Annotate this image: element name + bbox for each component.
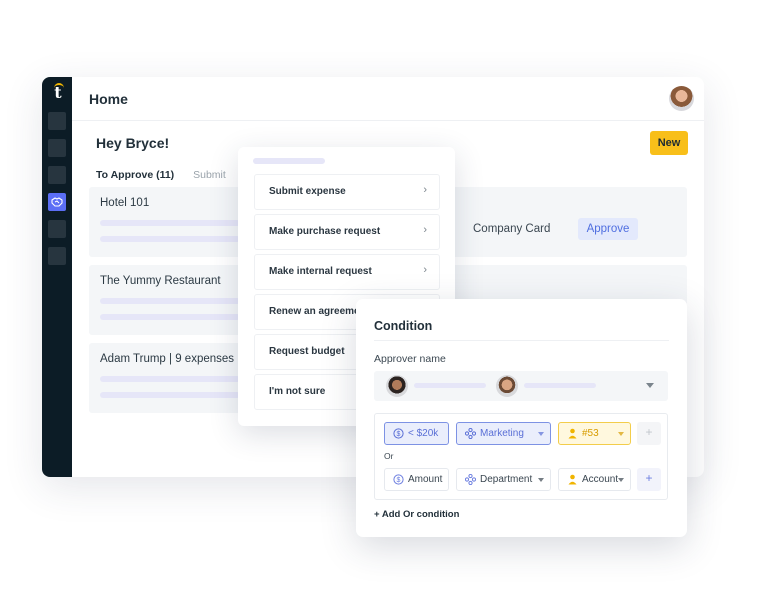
chip-label: Account [582, 474, 619, 485]
sidebar-item-2[interactable] [48, 139, 66, 157]
dollar-icon: $ [393, 474, 404, 485]
sidebar-item-5[interactable] [48, 220, 66, 238]
account-chip[interactable]: Account [558, 468, 631, 491]
menu-item-purchase-request[interactable]: Make purchase request › [254, 214, 440, 250]
avatar[interactable] [669, 86, 694, 111]
approver-select[interactable] [374, 371, 668, 401]
account-chip[interactable]: #53 [558, 422, 631, 445]
chip-label: Department [480, 474, 533, 485]
approve-button[interactable]: Approve [578, 218, 638, 240]
placeholder-line [100, 314, 240, 320]
chevron-down-icon [618, 478, 624, 482]
condition-title: Condition [374, 319, 433, 333]
approver-name-label: Approver name [374, 353, 446, 365]
handshake-icon [51, 197, 63, 207]
approver-name-placeholder [524, 383, 596, 388]
svg-text:$: $ [397, 431, 401, 438]
menu-item-label: Make purchase request [269, 226, 381, 237]
menu-item-submit-expense[interactable]: Submit expense › [254, 174, 440, 210]
or-label: Or [384, 451, 394, 461]
row-title: Adam Trump | 9 expenses [100, 353, 235, 365]
sidebar-item-6[interactable] [48, 247, 66, 265]
chevron-down-icon [618, 432, 624, 436]
chevron-right-icon: › [423, 224, 427, 236]
sidebar-item-1[interactable] [48, 112, 66, 130]
placeholder-line [100, 236, 240, 242]
add-or-condition-link[interactable]: + Add Or condition [374, 509, 459, 520]
chevron-down-icon [538, 478, 544, 482]
topbar: Home [72, 77, 704, 121]
row-title: The Yummy Restaurant [100, 275, 221, 287]
approver-avatar [386, 375, 408, 397]
row-title: Hotel 101 [100, 197, 150, 209]
menu-item-label: I'm not sure [269, 386, 326, 397]
new-button[interactable]: New [650, 131, 688, 155]
payment-method: Company Card [473, 223, 551, 235]
person-icon [568, 428, 577, 439]
placeholder-line [100, 376, 240, 382]
menu-item-label: Make internal request [269, 266, 372, 277]
tab-to-approve[interactable]: To Approve (11) [96, 169, 174, 181]
menu-item-label: Request budget [269, 346, 345, 357]
department-icon [465, 474, 476, 485]
logo[interactable]: t [51, 83, 65, 103]
add-condition-button[interactable]: + [637, 468, 661, 491]
divider [374, 340, 669, 341]
approver-name-placeholder [414, 383, 486, 388]
department-icon [465, 428, 476, 439]
sidebar-item-approvals[interactable] [48, 193, 66, 211]
svg-text:$: $ [397, 477, 401, 484]
tab-submit[interactable]: Submit [193, 169, 226, 181]
sidebar-item-3[interactable] [48, 166, 66, 184]
dollar-icon: $ [393, 428, 404, 439]
chevron-right-icon: › [423, 264, 427, 276]
add-condition-button[interactable]: + [637, 422, 661, 445]
greeting: Hey Bryce! [96, 135, 170, 151]
amount-chip[interactable]: $ Amount [384, 468, 449, 491]
menu-item-label: Renew an agreement [269, 306, 370, 317]
tabs: To Approve (11) Submit [96, 169, 242, 181]
logo-arc-icon [54, 83, 64, 89]
chevron-right-icon: › [423, 184, 427, 196]
chip-label: Marketing [480, 428, 524, 439]
rule-group: $ < $20k Marketing #53 + Or $ Amount Dep… [374, 413, 668, 500]
approver-avatar [496, 375, 518, 397]
placeholder-line [100, 392, 240, 398]
menu-item-label: Submit expense [269, 186, 346, 197]
department-chip[interactable]: Department [456, 468, 551, 491]
condition-card: Condition Approver name $ < $20k Marketi… [356, 299, 687, 537]
chevron-down-icon [538, 432, 544, 436]
placeholder-line [100, 220, 240, 226]
amount-chip[interactable]: $ < $20k [384, 422, 449, 445]
menu-item-internal-request[interactable]: Make internal request › [254, 254, 440, 290]
menu-header-placeholder [253, 158, 325, 164]
page-title: Home [89, 91, 128, 107]
chevron-down-icon[interactable] [646, 383, 654, 388]
department-chip[interactable]: Marketing [456, 422, 551, 445]
sidebar: t [42, 77, 72, 477]
chip-label: < $20k [408, 428, 439, 439]
chip-label: Amount [408, 474, 443, 485]
placeholder-line [100, 298, 240, 304]
chip-label: #53 [582, 428, 599, 439]
person-icon [568, 474, 577, 485]
